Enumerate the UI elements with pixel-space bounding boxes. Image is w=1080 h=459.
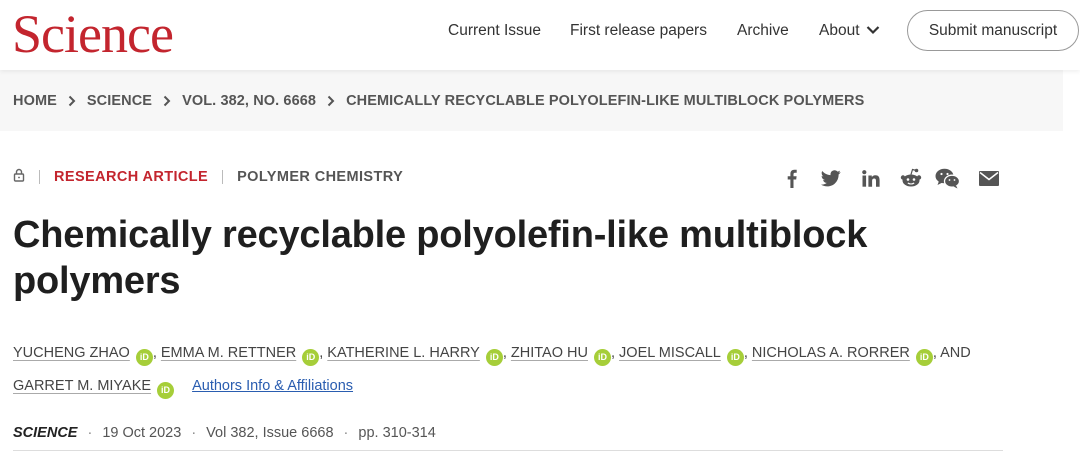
wechat-icon[interactable] — [934, 166, 960, 190]
nav-current-issue-label[interactable]: Current Issue — [448, 22, 541, 40]
page-range: pp. 310-314 — [358, 425, 436, 441]
facebook-icon[interactable] — [784, 166, 800, 190]
and-text: AND — [940, 345, 971, 361]
orcid-icon[interactable]: iD — [726, 349, 744, 366]
email-icon[interactable] — [978, 166, 1000, 190]
breadcrumb-science[interactable]: SCIENCE — [87, 93, 152, 109]
divider — [222, 170, 224, 184]
volume-issue[interactable]: Vol 382, Issue 6668 — [206, 425, 333, 441]
share-toolbar — [780, 166, 1002, 190]
site-header: Science Current Issue First release pape… — [0, 0, 1080, 70]
linkedin-icon[interactable] — [860, 166, 882, 190]
orcid-icon[interactable]: iD — [485, 349, 503, 366]
nav-archive[interactable]: Archive — [737, 0, 789, 62]
author-list: YUCHENG ZHAO iD, EMMA M. RETTNER iD, KATHE… — [13, 337, 993, 403]
submit-manuscript-label: Submit manuscript — [928, 21, 1058, 39]
nav-archive-label[interactable]: Archive — [737, 22, 789, 40]
nav-about[interactable]: About — [819, 0, 880, 62]
subject-label[interactable]: POLYMER CHEMISTRY — [237, 169, 403, 185]
publication-date: 19 Oct 2023 — [102, 425, 182, 441]
reddit-icon[interactable] — [899, 166, 923, 190]
nav-first-release[interactable]: First release papers — [570, 0, 707, 62]
author-name[interactable]: EMMA M. RETTNER — [161, 345, 296, 361]
author-name[interactable]: KATHERINE L. HARRY — [327, 345, 480, 361]
separator-dot: · — [191, 425, 197, 441]
chevron-right-icon — [68, 95, 76, 107]
orcid-icon[interactable]: iD — [915, 349, 933, 366]
author-name[interactable]: GARRET M. MIYAKE — [13, 378, 151, 394]
breadcrumb-band: HOME SCIENCE VOL. 382, NO. 6668 CHEMICAL… — [0, 70, 1063, 131]
breadcrumb: HOME SCIENCE VOL. 382, NO. 6668 CHEMICAL… — [13, 93, 864, 109]
divider — [39, 170, 40, 184]
authors-affiliations-link[interactable]: Authors Info & Affiliations — [192, 378, 353, 394]
submit-manuscript-button[interactable]: Submit manuscript — [907, 10, 1079, 51]
article-title: Chemically recyclable polyolefin-like mu… — [13, 214, 868, 302]
orcid-icon[interactable]: iD — [157, 382, 175, 399]
breadcrumb-article: CHEMICALLY RECYCLABLE POLYOLEFIN-LIKE MU… — [346, 93, 865, 109]
article-type-label: RESEARCH ARTICLE — [54, 169, 209, 185]
chevron-right-icon — [327, 95, 335, 107]
separator-dot: · — [343, 425, 349, 441]
author-name[interactable]: ZHITAO HU — [511, 345, 588, 361]
author-name[interactable]: NICHOLAS A. RORRER — [752, 345, 910, 361]
separator-dot: · — [87, 425, 93, 441]
article-meta-row: RESEARCH ARTICLE POLYMER CHEMISTRY — [13, 167, 403, 187]
publication-info: SCIENCE · 19 Oct 2023 · Vol 382, Issue 6… — [13, 425, 436, 441]
breadcrumb-volume[interactable]: VOL. 382, NO. 6668 — [182, 93, 316, 109]
nav-about-label[interactable]: About — [819, 22, 860, 40]
divider-line — [13, 450, 1003, 451]
orcid-icon[interactable]: iD — [135, 349, 153, 366]
chevron-right-icon — [163, 95, 171, 107]
nav-current-issue[interactable]: Current Issue — [448, 0, 541, 62]
orcid-icon[interactable]: iD — [302, 349, 320, 366]
science-logo[interactable]: Science — [12, 4, 174, 64]
author-name[interactable]: YUCHENG ZHAO — [13, 345, 130, 361]
orcid-icon[interactable]: iD — [593, 349, 611, 366]
chevron-down-icon[interactable] — [866, 22, 880, 40]
author-name[interactable]: JOEL MISCALL — [619, 345, 721, 361]
twitter-icon[interactable] — [820, 166, 842, 190]
lock-icon — [13, 168, 25, 187]
journal-name[interactable]: SCIENCE — [13, 425, 77, 441]
breadcrumb-home[interactable]: HOME — [13, 93, 57, 109]
nav-first-release-label[interactable]: First release papers — [570, 22, 707, 40]
